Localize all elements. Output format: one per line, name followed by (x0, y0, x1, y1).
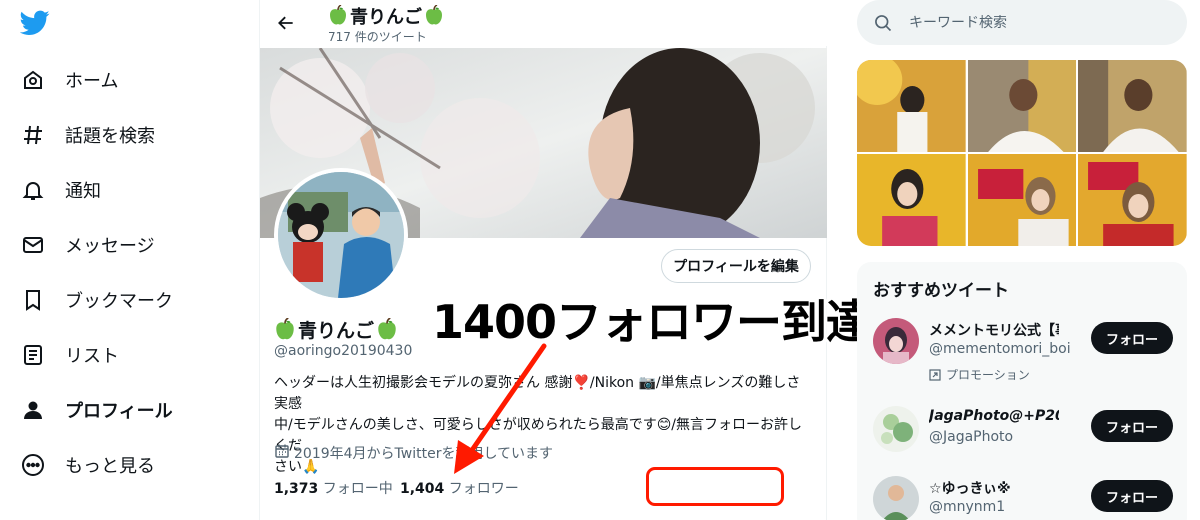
hashtag-icon (20, 122, 46, 148)
nav-more-label: もっと見る (65, 456, 155, 477)
left-nav: ホーム 話題を検索 通知 メッセージ ブックマーク リスト プロフィール もっと… (0, 0, 260, 520)
promoted-icon (929, 368, 941, 381)
profile-display-name: 青りんご (274, 316, 398, 343)
nav-messages-label: メッセージ (65, 236, 155, 257)
bookmark-icon (20, 287, 46, 313)
back-arrow-icon[interactable] (274, 11, 298, 35)
mail-icon (20, 232, 46, 258)
tweet-count: 717 件のツイート (328, 30, 427, 44)
right-sidebar: おすすめツイート メメントモリ公式【事... @mementomori_boi … (845, 0, 1200, 520)
profile-header-bar: 青りんご 717 件のツイート (260, 0, 827, 46)
avatar[interactable] (873, 406, 919, 452)
nav-notifications-label: 通知 (65, 181, 101, 202)
followers-highlight-box (646, 467, 784, 506)
red-arrow-icon (454, 343, 547, 474)
green-apple-icon (330, 5, 346, 25)
recommended-title: おすすめツイート (873, 281, 1009, 301)
media-thumbnail[interactable] (857, 60, 966, 152)
followers-label: フォロワー (448, 481, 519, 497)
media-thumbnail[interactable] (1078, 154, 1187, 246)
green-apple-icon (426, 5, 442, 25)
follow-button[interactable]: フォロー (1091, 322, 1173, 354)
nav-profile[interactable]: プロフィール (20, 395, 173, 425)
nav-home[interactable]: ホーム (20, 65, 118, 95)
edit-profile-button[interactable]: プロフィールを編集 (661, 249, 811, 283)
nav-more[interactable]: もっと見る (20, 450, 155, 480)
search-icon (873, 13, 893, 33)
media-thumbnail[interactable] (1078, 60, 1187, 152)
media-thumbnail[interactable] (857, 154, 966, 246)
followers-count: 1,404 (400, 481, 445, 497)
list-icon (20, 342, 46, 368)
recommended-user-handle: @mementomori_boi (929, 341, 1071, 357)
recommended-user-handle: @mnynm1 (929, 499, 1006, 515)
following-label: フォロー中 (322, 481, 393, 497)
profile-handle: @aoringo20190430 (274, 343, 413, 359)
nav-messages[interactable]: メッセージ (20, 230, 155, 260)
profile-avatar[interactable] (274, 168, 408, 302)
nav-bookmarks[interactable]: ブックマーク (20, 285, 173, 315)
avatar[interactable] (873, 476, 919, 520)
follow-button[interactable]: フォロー (1091, 410, 1173, 442)
more-icon (20, 452, 46, 478)
nav-bookmarks-label: ブックマーク (65, 291, 173, 312)
header-name-text: 青りんご (350, 7, 422, 28)
recommended-tweets-panel: おすすめツイート メメントモリ公式【事... @mementomori_boi … (857, 262, 1187, 520)
nav-profile-label: プロフィール (65, 401, 173, 422)
home-icon (20, 67, 46, 93)
nav-lists-label: リスト (65, 346, 119, 367)
recommended-user[interactable]: メメントモリ公式【事... @mementomori_boi プロモーション フ… (873, 318, 1178, 382)
green-apple-icon (276, 317, 294, 339)
follow-button[interactable]: フォロー (1091, 480, 1173, 512)
nav-notifications[interactable]: 通知 (20, 175, 101, 205)
nav-home-label: ホーム (65, 71, 119, 92)
nav-lists[interactable]: リスト (20, 340, 119, 370)
media-thumbnail[interactable] (967, 154, 1077, 246)
media-grid (857, 60, 1187, 246)
recommended-user[interactable]: ☆ゆっきぃ※ @mnynm1 フォロー (873, 476, 1178, 520)
user-icon (20, 397, 46, 423)
recommended-user-name: ☆ゆっきぃ※ (929, 481, 1011, 497)
recommended-user-name: JagaPhoto@+P20... (929, 408, 1059, 424)
recommended-user-name: メメントモリ公式【事... (929, 323, 1059, 339)
media-thumbnail[interactable] (967, 60, 1077, 152)
promoted-label: プロモーション (929, 366, 1030, 383)
bell-icon (20, 177, 46, 203)
search-input[interactable] (909, 14, 1169, 31)
followers-link[interactable]: 1,404 フォロワー (400, 478, 519, 498)
following-link[interactable]: 1,373 フォロー中 (274, 478, 393, 498)
header-name: 青りんご (328, 3, 444, 29)
avatar[interactable] (873, 318, 919, 364)
promoted-text: プロモーション (946, 368, 1030, 382)
green-apple-icon (378, 317, 396, 339)
recommended-user[interactable]: JagaPhoto@+P20... @JagaPhoto フォロー (873, 406, 1178, 466)
calendar-icon (274, 443, 290, 463)
twitter-logo-icon[interactable] (19, 10, 50, 38)
nav-explore-label: 話題を検索 (65, 126, 155, 147)
recommended-user-handle: @JagaPhoto (929, 429, 1014, 445)
profile-display-name-text: 青りんご (298, 320, 375, 342)
following-count: 1,373 (274, 481, 319, 497)
nav-explore[interactable]: 話題を検索 (20, 120, 155, 150)
search-bar[interactable] (857, 0, 1187, 45)
